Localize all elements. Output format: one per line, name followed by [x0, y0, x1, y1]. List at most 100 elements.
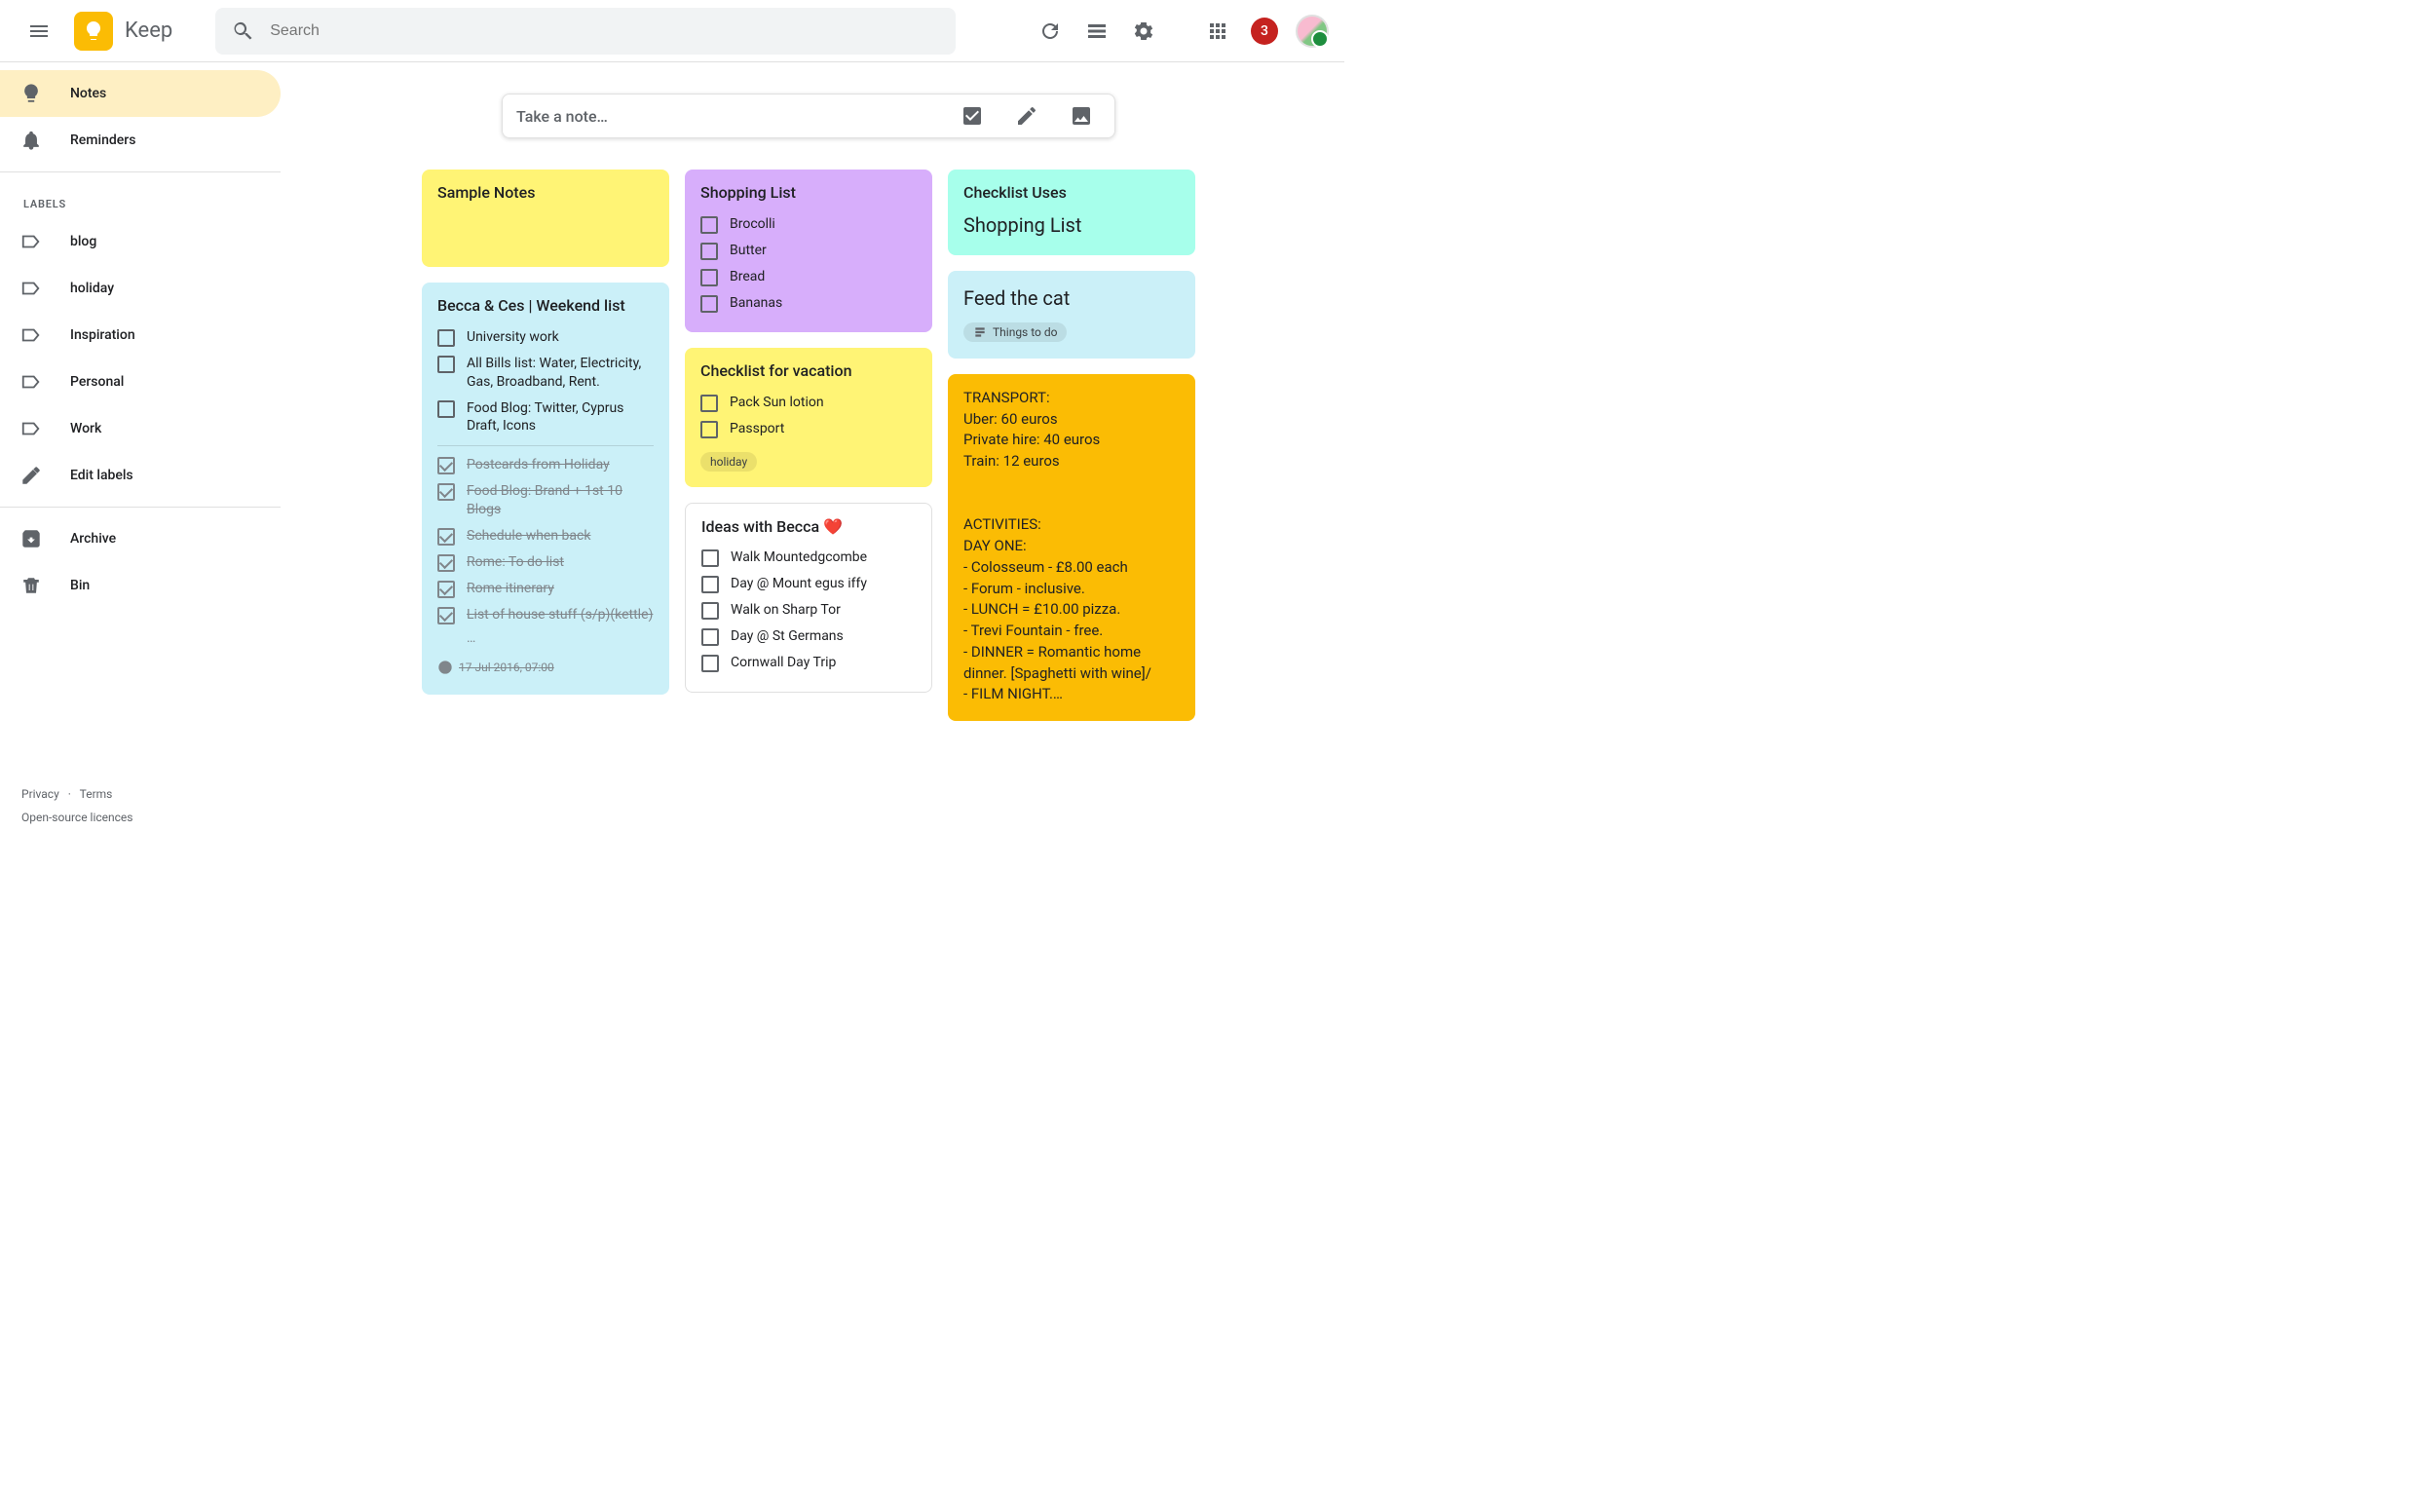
list-view-icon[interactable]	[1075, 10, 1118, 53]
reminder-chip[interactable]: 17 Jul 2016, 07:00	[437, 660, 554, 675]
checkbox-checked-icon[interactable]	[437, 554, 455, 572]
note-body: TRANSPORT: Uber: 60 euros Private hire: …	[963, 388, 1180, 705]
notes-column-1: Sample Notes Becca & Ces | Weekend list …	[422, 170, 669, 721]
privacy-link[interactable]: Privacy	[21, 787, 59, 801]
refresh-icon[interactable]	[1029, 10, 1072, 53]
checkbox-icon[interactable]	[701, 628, 719, 646]
checklist-item[interactable]: Walk on Sharp Tor	[701, 597, 916, 624]
note-checklist-uses[interactable]: Checklist Uses Shopping List	[948, 170, 1195, 255]
checklist-item[interactable]: Brocolli	[700, 211, 917, 238]
search-input[interactable]	[270, 22, 944, 40]
take-note-placeholder: Take a note…	[516, 107, 937, 126]
checklist-item[interactable]: Bread	[700, 264, 917, 290]
search-bar[interactable]	[215, 8, 956, 55]
account-avatar[interactable]	[1296, 15, 1329, 48]
checkbox-icon[interactable]	[701, 549, 719, 567]
checklist-item[interactable]: Butter	[700, 238, 917, 264]
checklist-item[interactable]: Bananas	[700, 290, 917, 317]
checkbox-icon[interactable]	[701, 602, 719, 620]
checkbox-icon[interactable]	[700, 395, 718, 412]
note-weekend-list[interactable]: Becca & Ces | Weekend list University wo…	[422, 283, 669, 695]
sidebar-item-edit-labels[interactable]: Edit labels	[0, 452, 281, 499]
checkbox-checked-icon[interactable]	[437, 607, 455, 624]
pencil-icon	[19, 464, 43, 487]
checkbox-icon[interactable]	[700, 421, 718, 438]
checklist-item-done[interactable]: List of house stuff (s/p)(kettle)	[437, 602, 654, 628]
licences-link[interactable]: Open-source licences	[21, 811, 132, 824]
checklist-item[interactable]: All Bills list: Water, Electricity, Gas,…	[437, 351, 654, 396]
checkbox-icon[interactable]	[700, 295, 718, 313]
terms-link[interactable]: Terms	[80, 787, 113, 801]
new-drawing-icon[interactable]	[1007, 96, 1046, 135]
note-title: Checklist for vacation	[700, 361, 917, 382]
sidebar-item-label: Edit labels	[70, 468, 133, 483]
sidebar-item-work[interactable]: Work	[0, 405, 281, 452]
checkbox-icon[interactable]	[437, 400, 455, 418]
checklist-item[interactable]: Pack Sun lotion	[700, 390, 917, 416]
checkbox-icon[interactable]	[701, 576, 719, 593]
sidebar-footer: Privacy · Terms Open-source licences	[0, 777, 281, 842]
checkbox-icon[interactable]	[700, 269, 718, 286]
labels-heading: LABELS	[0, 180, 281, 218]
archive-icon	[19, 527, 43, 550]
checkbox-icon[interactable]	[437, 329, 455, 347]
search-icon[interactable]	[227, 16, 258, 47]
note-transport-activities[interactable]: TRANSPORT: Uber: 60 euros Private hire: …	[948, 374, 1195, 721]
checklist-item[interactable]: University work	[437, 324, 654, 351]
header-left: Keep	[16, 8, 172, 55]
checkbox-checked-icon[interactable]	[437, 457, 455, 474]
checkbox-checked-icon[interactable]	[437, 528, 455, 546]
checklist-item-done[interactable]: Food Blog: Brand + 1st 10 Blogs	[437, 478, 654, 523]
menu-icon[interactable]	[16, 8, 62, 55]
checklist-item[interactable]: Food Blog: Twitter, Cyprus Draft, Icons	[437, 396, 654, 440]
note-title: Checklist Uses	[963, 183, 1180, 204]
label-icon	[19, 323, 43, 347]
checklist-item[interactable]: Walk Mountedgcombe	[701, 545, 916, 571]
new-image-icon[interactable]	[1062, 96, 1101, 135]
checklist-item-done[interactable]: Postcards from Holiday	[437, 452, 654, 478]
note-sample-notes[interactable]: Sample Notes	[422, 170, 669, 267]
sidebar-item-label: blog	[70, 234, 96, 249]
note-title: Feed the cat	[963, 284, 1180, 313]
sidebar-item-reminders[interactable]: Reminders	[0, 117, 281, 164]
checkbox-icon[interactable]	[701, 655, 719, 672]
sidebar-item-archive[interactable]: Archive	[0, 515, 281, 562]
label-chip[interactable]: holiday	[700, 452, 757, 472]
checkbox-icon[interactable]	[700, 243, 718, 260]
checkbox-icon[interactable]	[700, 216, 718, 234]
checklist-item[interactable]: Cornwall Day Trip	[701, 650, 916, 676]
sidebar-item-label: Work	[70, 421, 101, 436]
checklist-item-done[interactable]: Rome itinerary	[437, 576, 654, 602]
settings-icon[interactable]	[1122, 10, 1165, 53]
notes-column-2: Shopping List Brocolli Butter Bread Bana…	[685, 170, 932, 721]
checkbox-checked-icon[interactable]	[437, 483, 455, 501]
sidebar-item-bin[interactable]: Bin	[0, 562, 281, 609]
sidebar-item-blog[interactable]: blog	[0, 218, 281, 265]
checkbox-icon[interactable]	[437, 356, 455, 373]
new-list-icon[interactable]	[953, 96, 992, 135]
checklist-item-done[interactable]: Schedule when back	[437, 523, 654, 549]
checkbox-checked-icon[interactable]	[437, 581, 455, 598]
checklist-item[interactable]: Day @ Mount egus iffy	[701, 571, 916, 597]
take-note-bar[interactable]: Take a note…	[502, 94, 1115, 138]
sidebar-item-personal[interactable]: Personal	[0, 359, 281, 405]
sidebar-item-notes[interactable]: Notes	[0, 70, 281, 117]
checklist-item[interactable]: Day @ St Germans	[701, 624, 916, 650]
app-name: Keep	[125, 19, 172, 43]
note-vacation-checklist[interactable]: Checklist for vacation Pack Sun lotion P…	[685, 348, 932, 487]
sidebar: Notes Reminders LABELS blog holiday Insp…	[0, 62, 281, 842]
sidebar-item-label: Personal	[70, 374, 124, 390]
checklist-item-done[interactable]: Rome: To do list	[437, 549, 654, 576]
sidebar-item-holiday[interactable]: holiday	[0, 265, 281, 312]
sidebar-item-inspiration[interactable]: Inspiration	[0, 312, 281, 359]
note-shopping-list[interactable]: Shopping List Brocolli Butter Bread Bana…	[685, 170, 932, 332]
notifications-badge[interactable]: 3	[1251, 18, 1278, 45]
label-icon	[19, 230, 43, 253]
note-title: Becca & Ces | Weekend list	[437, 296, 654, 317]
note-feed-cat[interactable]: Feed the cat Things to do	[948, 271, 1195, 359]
checklist-item[interactable]: Passport	[700, 416, 917, 442]
note-ideas-becca[interactable]: Ideas with Becca ❤️ Walk Mountedgcombe D…	[685, 503, 932, 694]
label-chip[interactable]: Things to do	[963, 322, 1067, 342]
bell-icon	[19, 129, 43, 152]
apps-icon[interactable]	[1196, 10, 1239, 53]
